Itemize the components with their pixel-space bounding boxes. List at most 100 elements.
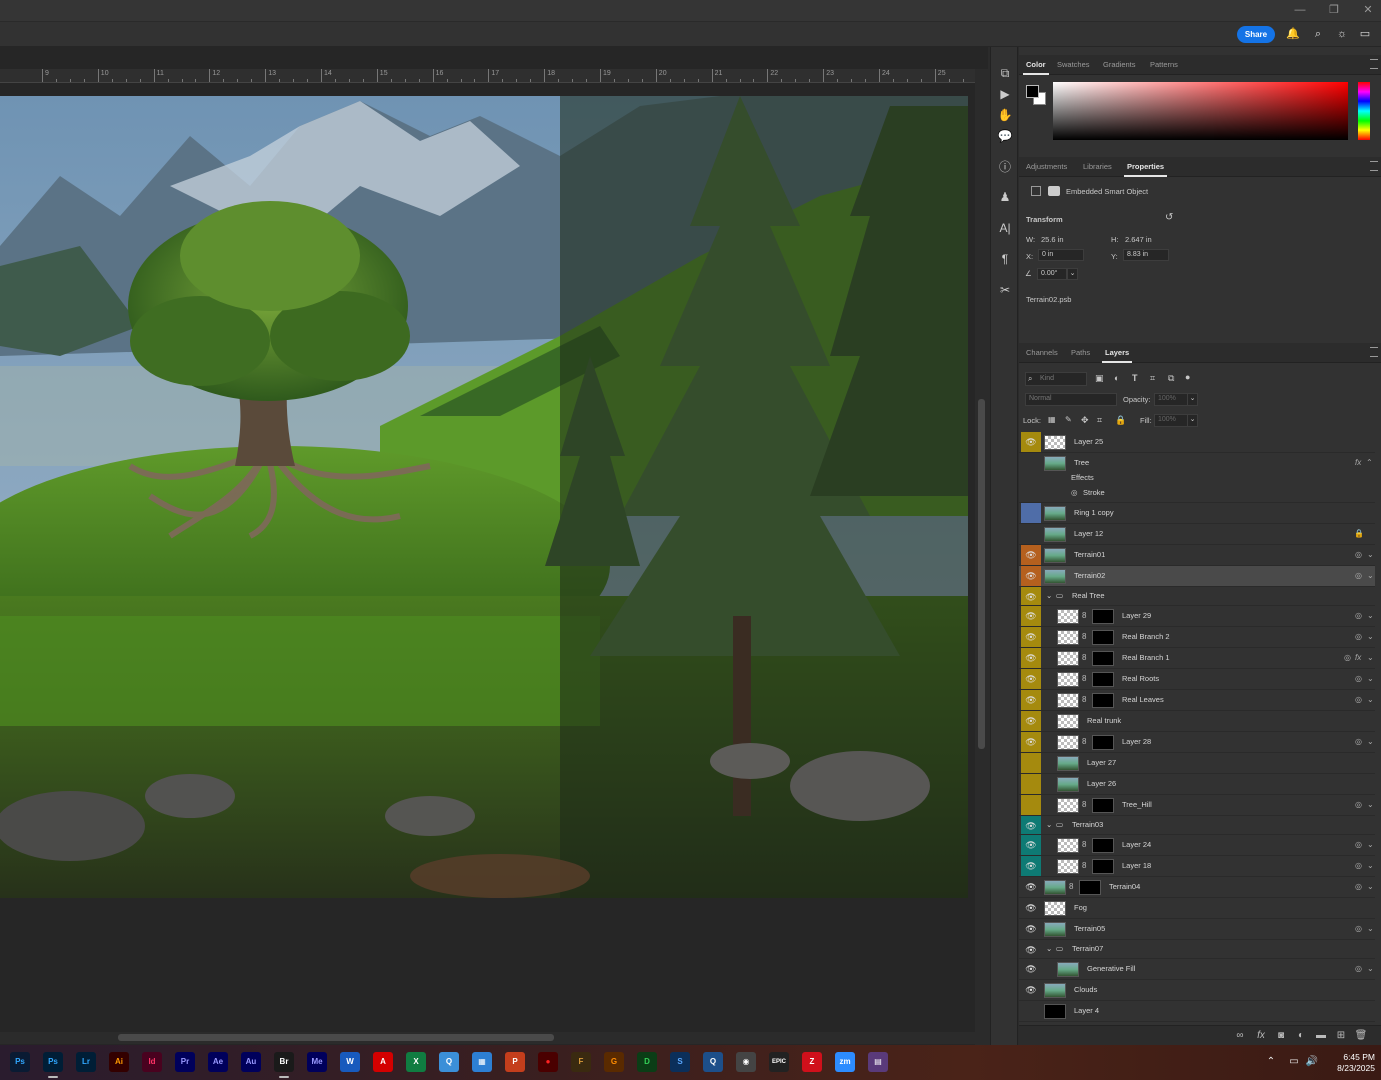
- layer-row[interactable]: 👁 Terrain01 ◎ ⌄: [1019, 545, 1375, 566]
- clock[interactable]: 6:45 PM 8/23/2025: [1325, 1052, 1375, 1074]
- network-icon[interactable]: ▭: [1287, 1055, 1301, 1069]
- layer-row[interactable]: 👁 Fog: [1019, 898, 1375, 919]
- fx-icon[interactable]: fx: [1355, 453, 1361, 473]
- info-icon[interactable]: ⓘ: [995, 157, 1015, 177]
- tab-patterns[interactable]: Patterns: [1150, 55, 1178, 75]
- visibility-toggle[interactable]: [1021, 774, 1041, 794]
- new-layer-icon[interactable]: ⊞: [1334, 1029, 1348, 1043]
- y-field[interactable]: 8.83 in: [1123, 249, 1169, 261]
- link-layers-icon[interactable]: ∞: [1233, 1029, 1247, 1043]
- taskbar-app-icon[interactable]: ▦: [472, 1052, 492, 1072]
- tool-presets-icon[interactable]: ✂: [995, 280, 1015, 300]
- layer-mask-thumbnail[interactable]: [1092, 838, 1114, 853]
- smart-filter-icon[interactable]: ◎: [1355, 545, 1362, 565]
- layer-mask-thumbnail[interactable]: [1092, 630, 1114, 645]
- taskbar-app-icon[interactable]: ●: [538, 1052, 558, 1072]
- layer-row[interactable]: 👁 Terrain05 ◎ ⌄: [1019, 919, 1375, 940]
- horizontal-scrollbar[interactable]: [0, 1032, 975, 1044]
- new-adjustment-icon[interactable]: ◐: [1294, 1029, 1308, 1043]
- filter-shape-icon[interactable]: ⌗: [1150, 373, 1155, 384]
- smart-filter-icon[interactable]: ◎: [1355, 566, 1362, 586]
- taskbar-app-icon[interactable]: EPIC: [769, 1052, 789, 1072]
- mask-link-icon[interactable]: 8: [1082, 838, 1086, 852]
- visibility-eye-icon[interactable]: 👁: [1021, 816, 1041, 834]
- x-field[interactable]: 0 in: [1038, 249, 1084, 261]
- opacity-dropdown-icon[interactable]: ⌄: [1187, 393, 1198, 406]
- expand-chevron-icon[interactable]: ⌄: [1367, 795, 1374, 815]
- visibility-eye-icon[interactable]: 👁: [1021, 566, 1041, 586]
- layer-row[interactable]: 👁 Generative Fill ◎ ⌄: [1019, 959, 1375, 980]
- taskbar-app-icon[interactable]: Ai: [109, 1052, 129, 1072]
- history-icon[interactable]: ⧉: [995, 63, 1015, 83]
- vertical-scroll-thumb[interactable]: [978, 399, 985, 749]
- taskbar-app-icon[interactable]: Lr: [76, 1052, 96, 1072]
- filter-type-icon[interactable]: T: [1132, 373, 1138, 383]
- layer-row[interactable]: 👁 8 Layer 18 ◎ ⌄: [1019, 856, 1375, 877]
- smart-filter-icon[interactable]: ◎: [1355, 835, 1362, 855]
- layer-row[interactable]: 👁 ⌄ ▭ Terrain03: [1019, 816, 1375, 835]
- visibility-eye-icon[interactable]: 👁: [1021, 959, 1041, 979]
- delete-layer-icon[interactable]: 🗑: [1354, 1029, 1368, 1043]
- effect-visibility-icon[interactable]: ◎: [1071, 483, 1078, 503]
- layer-row[interactable]: 👁 8 Layer 24 ◎ ⌄: [1019, 835, 1375, 856]
- smart-filter-icon[interactable]: ◎: [1355, 732, 1362, 752]
- layer-row[interactable]: 👁 Real trunk: [1019, 711, 1375, 732]
- visibility-eye-icon[interactable]: 👁: [1021, 587, 1041, 605]
- taskbar-app-icon[interactable]: ◉: [736, 1052, 756, 1072]
- expand-chevron-icon[interactable]: ⌄: [1367, 690, 1374, 710]
- taskbar-app-icon[interactable]: W: [340, 1052, 360, 1072]
- volume-icon[interactable]: 🔊: [1305, 1055, 1319, 1069]
- smart-filter-icon[interactable]: ◎: [1355, 877, 1362, 897]
- tab-adjustments[interactable]: Adjustments: [1026, 157, 1067, 177]
- visibility-toggle[interactable]: [1021, 524, 1041, 544]
- layer-row[interactable]: Tree Effects ◎ Stroke fx ⌃: [1019, 453, 1375, 503]
- hue-slider[interactable]: [1358, 82, 1370, 140]
- layer-row[interactable]: Layer 26: [1019, 774, 1375, 795]
- angle-field[interactable]: 0.00°: [1037, 268, 1067, 280]
- taskbar-app-icon[interactable]: zm: [835, 1052, 855, 1072]
- taskbar-app-icon[interactable]: Pr: [175, 1052, 195, 1072]
- tab-color[interactable]: Color: [1023, 55, 1049, 75]
- close-button[interactable]: ✕: [1350, 0, 1381, 22]
- expand-chevron-icon[interactable]: ⌄: [1367, 919, 1374, 939]
- visibility-toggle[interactable]: [1021, 753, 1041, 773]
- visibility-eye-icon[interactable]: 👁: [1021, 919, 1041, 939]
- filter-toggle-icon[interactable]: ●: [1185, 372, 1190, 382]
- tab-libraries[interactable]: Libraries: [1083, 157, 1112, 177]
- visibility-eye-icon[interactable]: 👁: [1021, 690, 1041, 710]
- taskbar-app-icon[interactable]: Z: [802, 1052, 822, 1072]
- visibility-eye-icon[interactable]: 👁: [1021, 877, 1041, 897]
- smart-filter-icon[interactable]: ◎: [1355, 919, 1362, 939]
- taskbar-app-icon[interactable]: Br: [274, 1052, 294, 1078]
- filter-adjustment-icon[interactable]: ◐: [1114, 373, 1119, 383]
- visibility-eye-icon[interactable]: 👁: [1021, 432, 1041, 452]
- taskbar-app-icon[interactable]: Id: [142, 1052, 162, 1072]
- tab-paths[interactable]: Paths: [1071, 343, 1090, 363]
- smart-filter-icon[interactable]: ◎: [1344, 648, 1351, 668]
- expand-chevron-icon[interactable]: ⌄: [1367, 959, 1374, 979]
- taskbar-app-icon[interactable]: Au: [241, 1052, 261, 1072]
- expand-chevron-icon[interactable]: ⌄: [1367, 648, 1374, 668]
- layer-row[interactable]: Layer 27: [1019, 753, 1375, 774]
- expand-chevron-icon[interactable]: ⌄: [1367, 545, 1374, 565]
- visibility-eye-icon[interactable]: 👁: [1021, 711, 1041, 731]
- lightbulb-icon[interactable]: ☼: [1333, 26, 1351, 43]
- workspace-icon[interactable]: ▭: [1356, 26, 1374, 43]
- panel-menu-icon[interactable]: [1370, 59, 1378, 69]
- group-chevron-icon[interactable]: ⌄: [1046, 940, 1052, 958]
- mask-link-icon[interactable]: 8: [1082, 630, 1086, 644]
- brush-settings-icon[interactable]: ♟: [995, 187, 1015, 207]
- layer-row[interactable]: 👁 8 Terrain04 ◎ ⌄: [1019, 877, 1375, 898]
- lock-all-icon[interactable]: 🔒: [1115, 415, 1126, 426]
- layer-filter-kind[interactable]: Kind: [1025, 372, 1087, 386]
- lock-transparent-icon[interactable]: ▦: [1048, 415, 1056, 424]
- visibility-eye-icon[interactable]: 👁: [1021, 732, 1041, 752]
- expand-chevron-icon[interactable]: ⌄: [1367, 835, 1374, 855]
- plugin-icon[interactable]: ✋: [995, 105, 1015, 125]
- mask-link-icon[interactable]: 8: [1082, 609, 1086, 623]
- collapse-effects-icon[interactable]: ⌃: [1366, 453, 1373, 473]
- filter-pixel-icon[interactable]: ▣: [1095, 373, 1104, 384]
- expand-chevron-icon[interactable]: ⌄: [1367, 606, 1374, 626]
- vertical-scrollbar[interactable]: [975, 69, 988, 1045]
- character-icon[interactable]: A|: [995, 218, 1015, 238]
